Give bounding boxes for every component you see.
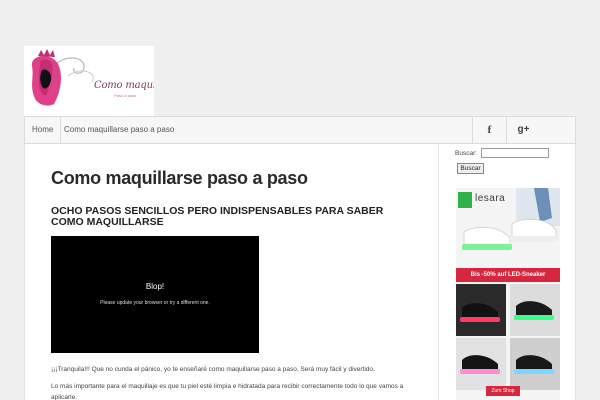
- search-button[interactable]: Buscar: [457, 163, 484, 174]
- site-logo[interactable]: Como maquillarse Paso a paso: [24, 46, 154, 116]
- logo-title: Como maquillarse: [94, 80, 154, 91]
- ad-shop-button[interactable]: Zum Shop: [486, 386, 520, 396]
- post-paragraph: Lo más importante para el maquillaje es …: [51, 383, 404, 400]
- sneaker-tile-image: [510, 284, 560, 336]
- facebook-icon[interactable]: f: [472, 117, 506, 143]
- post-paragraph: ¡¡¡Tranquila!!! Que no cunda el pánico, …: [51, 366, 375, 373]
- logo-subtitle: Paso a paso: [114, 93, 137, 98]
- ad-promo-banner: Bis -50% auf LED-Sneaker: [456, 268, 560, 282]
- sneaker-tile-image: [456, 338, 506, 390]
- post-subtitle: OCHO PASOS SENCILLOS PERO INDISPENSABLES…: [51, 205, 384, 228]
- video-error-title: Blop!: [145, 282, 165, 291]
- nav-current-page-link[interactable]: Como maquillarse paso a paso: [57, 117, 181, 143]
- post-title: Como maquillarse paso a paso: [51, 168, 308, 188]
- main-navigation: Home Como maquillarse paso a paso f g+: [24, 116, 576, 144]
- video-player[interactable]: Blop! Please update your browser or try …: [51, 236, 259, 353]
- sneaker-tile-image: [456, 284, 506, 336]
- sidebar: Buscar: Buscar lesara Bis -50% auf LED-S…: [438, 144, 576, 400]
- advertisement-banner[interactable]: lesara Bis -50% auf LED-Sneaker Zum Shop: [456, 188, 560, 400]
- google-plus-icon[interactable]: g+: [506, 117, 540, 143]
- nav-home-link[interactable]: Home: [25, 117, 62, 143]
- sneaker-tile-image: [510, 338, 560, 390]
- sneaker-product-image: [462, 188, 560, 250]
- search-input[interactable]: [481, 148, 549, 158]
- video-error-message: Please update your browser or try a diff…: [100, 300, 210, 306]
- search-label: Buscar:: [455, 150, 478, 157]
- main-content: Como maquillarse paso a paso OCHO PASOS …: [24, 144, 438, 400]
